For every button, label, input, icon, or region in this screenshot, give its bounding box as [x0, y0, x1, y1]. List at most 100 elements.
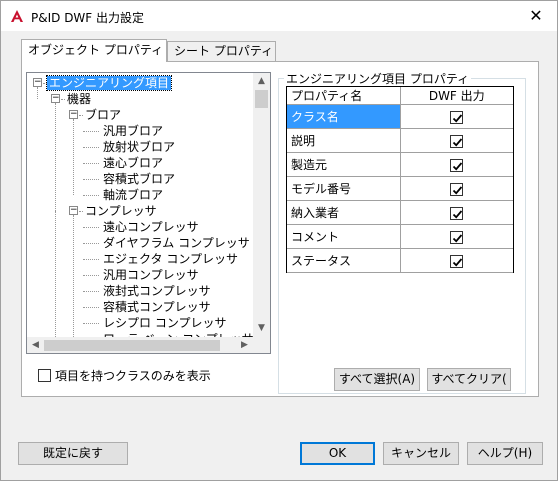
tree-item-label: 放射状ブロア — [103, 140, 176, 154]
properties-group-title: エンジニアリング項目 プロパティ — [284, 70, 472, 87]
title-bar: P&ID DWF 出力設定 ✕ — [1, 1, 557, 31]
tree-item[interactable]: 放射状ブロア — [101, 139, 177, 155]
tree-item[interactable]: 遠心ブロア — [101, 155, 165, 171]
property-row[interactable]: ステータス — [287, 248, 513, 273]
scroll-right-icon[interactable]: ▶ — [236, 337, 253, 353]
tree-guide-line — [73, 119, 74, 195]
tree-item-label: 機器 — [67, 92, 92, 106]
property-row[interactable]: 説明 — [287, 128, 513, 153]
filter-classes-checkbox[interactable]: 項目を持つクラスのみを表示 — [38, 368, 211, 383]
tree-item-label: 容積式ブロア — [103, 172, 176, 186]
help-button[interactable]: ヘルプ(H) — [467, 442, 543, 465]
dwf-output-checkbox[interactable] — [450, 230, 464, 244]
scroll-corner — [253, 337, 270, 353]
collapse-icon[interactable]: − — [69, 206, 78, 215]
collapse-icon[interactable]: − — [51, 94, 60, 103]
checkmark-icon — [453, 137, 463, 147]
checkmark-icon — [453, 209, 463, 219]
tree-item-label: 遠心コンプレッサ — [103, 220, 199, 234]
checkmark-icon — [453, 233, 463, 243]
property-row[interactable]: モデル番号 — [287, 176, 513, 201]
tree-guide-line — [73, 215, 74, 337]
tree-item[interactable]: 容積式コンプレッサ — [101, 299, 213, 315]
collapse-icon[interactable]: − — [69, 110, 78, 119]
dwf-output-checkbox[interactable] — [450, 254, 464, 268]
dwf-output-cell — [400, 104, 513, 129]
tree-item[interactable]: レシプロ コンプレッサ — [101, 315, 228, 331]
tree-connector — [83, 227, 99, 228]
checkmark-icon — [453, 113, 463, 123]
scroll-down-icon[interactable]: ▼ — [253, 320, 270, 337]
reset-defaults-button[interactable]: 既定に戻す — [18, 442, 128, 465]
window-title: P&ID DWF 出力設定 — [31, 11, 145, 25]
dwf-output-cell — [400, 128, 513, 153]
property-name[interactable]: コメント — [287, 224, 401, 249]
tree-connector — [83, 323, 99, 324]
tree-item[interactable]: 遠心コンプレッサ — [101, 219, 201, 235]
tree-connector — [83, 195, 99, 196]
scroll-left-icon[interactable]: ◀ — [27, 337, 44, 353]
column-header-property[interactable]: プロパティ名 — [287, 87, 401, 105]
scroll-up-icon[interactable]: ▲ — [253, 73, 270, 90]
dwf-settings-dialog: P&ID DWF 出力設定 ✕ オブジェクト プロパティ シート プロパティ −… — [0, 0, 558, 481]
dwf-output-cell — [400, 152, 513, 177]
tree-item[interactable]: エンジニアリング項目 — [45, 75, 173, 91]
tree-item[interactable]: 機器 — [65, 91, 93, 107]
clear-all-button[interactable]: すべてクリア( — [427, 368, 511, 391]
dwf-output-checkbox[interactable] — [450, 206, 464, 220]
checkmark-icon — [453, 161, 463, 171]
dwf-output-cell — [400, 176, 513, 201]
vertical-scroll-thumb[interactable] — [255, 90, 268, 108]
dwf-output-checkbox[interactable] — [450, 134, 464, 148]
select-all-button[interactable]: すべて選択(A) — [334, 368, 420, 391]
tree-item[interactable]: ダイヤフラム コンプレッサ — [101, 235, 252, 251]
tree-vertical-scrollbar[interactable]: ▲ ▼ — [253, 73, 270, 337]
tab-sheet-properties[interactable]: シート プロパティ — [167, 41, 276, 61]
tree-item[interactable]: 汎用コンプレッサ — [101, 267, 201, 283]
tree-item[interactable]: 液封式コンプレッサ — [101, 283, 213, 299]
tree-item[interactable]: ブロア — [83, 107, 123, 123]
property-name[interactable]: ステータス — [287, 248, 401, 273]
tree-item-label: ダイヤフラム コンプレッサ — [103, 236, 250, 250]
checkmark-icon — [453, 185, 463, 195]
tree-item[interactable]: 汎用ブロア — [101, 123, 165, 139]
tree-item-label: 遠心ブロア — [103, 156, 164, 170]
class-tree[interactable]: − エンジニアリング項目 − 機器 − ブロア 汎用ブロア 放射状ブロア 遠心ブロア 容積式ブロア… — [26, 72, 271, 354]
property-row[interactable]: クラス名 — [287, 104, 513, 129]
property-name[interactable]: モデル番号 — [287, 176, 401, 201]
collapse-icon[interactable]: − — [33, 78, 42, 87]
dwf-output-cell — [400, 248, 513, 273]
close-icon[interactable]: ✕ — [525, 5, 547, 27]
dwf-output-checkbox[interactable] — [450, 110, 464, 124]
horizontal-scroll-thumb[interactable] — [44, 340, 220, 351]
tab-panel: − エンジニアリング項目 − 機器 − ブロア 汎用ブロア 放射状ブロア 遠心ブロア 容積式ブロア… — [21, 61, 539, 397]
property-row[interactable]: 納入業者 — [287, 200, 513, 225]
tree-connector — [83, 291, 99, 292]
ok-button[interactable]: OK — [300, 442, 375, 465]
tree-connector — [83, 307, 99, 308]
property-name[interactable]: 製造元 — [287, 152, 401, 177]
property-name[interactable]: 説明 — [287, 128, 401, 153]
property-row[interactable]: コメント — [287, 224, 513, 249]
dwf-output-checkbox[interactable] — [450, 182, 464, 196]
tree-connector — [83, 147, 99, 148]
dwf-output-cell — [400, 200, 513, 225]
property-name[interactable]: クラス名 — [287, 104, 401, 129]
property-name[interactable]: 納入業者 — [287, 200, 401, 225]
tree-item-label: エンジニアリング項目 — [45, 75, 173, 91]
tree-item[interactable]: 容積式ブロア — [101, 171, 177, 187]
tree-item-label: ブロア — [85, 108, 122, 122]
checkbox-box[interactable] — [38, 369, 51, 382]
property-row[interactable]: 製造元 — [287, 152, 513, 177]
tab-object-properties[interactable]: オブジェクト プロパティ — [21, 39, 167, 62]
tree-connector — [83, 259, 99, 260]
tree-item[interactable]: コンプレッサ — [83, 203, 159, 219]
dwf-output-checkbox[interactable] — [450, 158, 464, 172]
tree-connector — [83, 275, 99, 276]
tree-item[interactable]: 軸流ブロア — [101, 187, 165, 203]
tree-item[interactable]: エジェクタ コンプレッサ — [101, 251, 240, 267]
tree-horizontal-scrollbar[interactable]: ◀ ▶ — [27, 337, 253, 353]
tree-item-label: 軸流ブロア — [103, 188, 164, 202]
cancel-button[interactable]: キャンセル — [383, 442, 459, 465]
column-header-dwf-output[interactable]: DWF 出力 — [400, 87, 513, 105]
